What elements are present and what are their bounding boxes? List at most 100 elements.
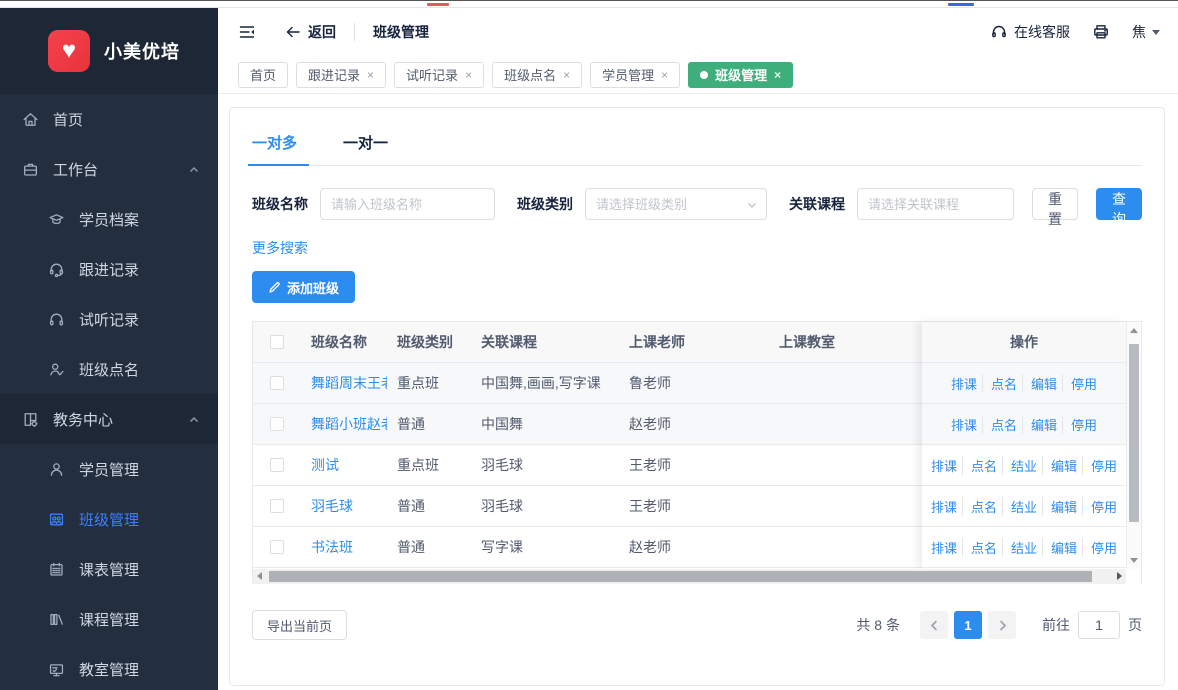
schedule-action[interactable]: 排课 <box>931 497 957 516</box>
close-icon[interactable]: × <box>367 69 374 81</box>
close-icon[interactable]: × <box>563 69 570 81</box>
edit-action[interactable]: 编辑 <box>1042 497 1077 516</box>
tab-follow-record[interactable]: 跟进记录× <box>296 62 386 88</box>
rollcall-action[interactable]: 点名 <box>962 538 997 557</box>
sidebar-item-follow-record[interactable]: 跟进记录 <box>0 244 218 294</box>
vertical-scrollbar[interactable] <box>1126 322 1141 569</box>
view-mode-tabs: 一对多 一对一 <box>252 132 1142 166</box>
graduate-action[interactable]: 结业 <box>1002 497 1037 516</box>
graduate-action[interactable]: 结业 <box>1002 538 1037 557</box>
class-name-link[interactable]: 舞蹈小班赵老 <box>301 414 387 434</box>
row-checkbox[interactable] <box>270 458 284 472</box>
sidebar-group-academic-center[interactable]: 教务中心 <box>0 394 218 444</box>
scroll-left-arrow-icon[interactable] <box>257 572 262 580</box>
horizontal-scrollbar[interactable] <box>253 569 1126 584</box>
disable-action[interactable]: 停用 <box>1082 497 1117 516</box>
table-footer: 导出当前页 共 8 条 1 前往 页 <box>252 610 1142 640</box>
add-class-button[interactable]: 添加班级 <box>252 271 355 303</box>
add-class-label: 添加班级 <box>287 278 339 297</box>
sidebar-item-label: 学员管理 <box>79 459 200 480</box>
tab-one-to-many[interactable]: 一对多 <box>252 132 297 165</box>
schedule-action[interactable]: 排课 <box>931 538 957 557</box>
collapse-menu-icon[interactable] <box>238 23 256 41</box>
row-checkbox[interactable] <box>270 417 284 431</box>
user-menu[interactable]: 焦 <box>1132 22 1160 42</box>
rollcall-action[interactable]: 点名 <box>962 456 997 475</box>
schedule-action[interactable]: 排课 <box>931 456 957 475</box>
select-all-checkbox[interactable] <box>270 335 284 349</box>
row-checkbox[interactable] <box>270 540 284 554</box>
sidebar-item-class-management[interactable]: 班级管理 <box>0 494 218 544</box>
rollcall-action[interactable]: 点名 <box>982 374 1017 393</box>
tab-student-management[interactable]: 学员管理× <box>590 62 680 88</box>
headset-icon <box>990 23 1008 41</box>
class-name-input[interactable] <box>320 188 495 220</box>
back-button[interactable]: 返回 <box>284 22 336 42</box>
next-page-button[interactable] <box>988 611 1016 639</box>
class-name-link[interactable]: 测试 <box>301 455 387 475</box>
scroll-down-arrow-icon[interactable] <box>1130 558 1138 563</box>
row-actions: 排课 点名 结业 编辑 停用 <box>922 485 1126 526</box>
class-type-cell: 重点班 <box>387 373 471 393</box>
export-current-page-button[interactable]: 导出当前页 <box>252 610 347 640</box>
sidebar-item-home[interactable]: 首页 <box>0 94 218 144</box>
search-filter-bar: 班级名称 班级类别 关联课程 重置 查询 <box>252 188 1142 220</box>
tab-class-management-active[interactable]: 班级管理× <box>688 62 793 88</box>
edit-action[interactable]: 编辑 <box>1042 456 1077 475</box>
row-checkbox[interactable] <box>270 376 284 390</box>
course-select[interactable] <box>857 188 1014 220</box>
sidebar-group-workbench[interactable]: 工作台 <box>0 144 218 194</box>
tab-class-rollcall[interactable]: 班级点名 × <box>492 62 582 88</box>
disable-action[interactable]: 停用 <box>1082 456 1117 475</box>
row-checkbox[interactable] <box>270 499 284 513</box>
schedule-action[interactable]: 排课 <box>951 374 977 393</box>
goto-page-input[interactable] <box>1078 611 1120 639</box>
sidebar-item-timetable-management[interactable]: 课表管理 <box>0 544 218 594</box>
scroll-right-arrow-icon[interactable] <box>1117 572 1122 580</box>
page-number-button[interactable]: 1 <box>954 611 982 639</box>
tab-audition-record[interactable]: 试听记录× <box>394 62 484 88</box>
close-icon[interactable]: × <box>465 69 472 81</box>
sidebar-item-audition-record[interactable]: 试听记录 <box>0 294 218 344</box>
rollcall-action[interactable]: 点名 <box>962 497 997 516</box>
online-service-button[interactable]: 在线客服 <box>990 22 1070 42</box>
back-label: 返回 <box>308 22 336 42</box>
close-icon[interactable]: × <box>774 69 781 81</box>
class-type-cell: 重点班 <box>387 455 471 475</box>
horizontal-scrollbar-thumb[interactable] <box>269 571 1092 582</box>
sidebar-item-student-archive[interactable]: 学员档案 <box>0 194 218 244</box>
sidebar-item-label: 教务中心 <box>53 409 188 430</box>
more-search-link[interactable]: 更多搜索 <box>252 238 308 258</box>
close-icon[interactable]: × <box>661 69 668 81</box>
rollcall-action[interactable]: 点名 <box>982 415 1017 434</box>
edit-action[interactable]: 编辑 <box>1022 374 1057 393</box>
class-name-link[interactable]: 舞蹈周末王老 <box>301 373 387 393</box>
disable-action[interactable]: 停用 <box>1062 374 1097 393</box>
prev-page-button[interactable] <box>920 611 948 639</box>
sidebar-item-course-management[interactable]: 课程管理 <box>0 594 218 644</box>
sidebar-item-classroom-management[interactable]: 教室管理 <box>0 644 218 690</box>
class-type-select[interactable] <box>585 188 767 220</box>
tab-one-to-one[interactable]: 一对一 <box>343 132 388 165</box>
edit-action[interactable]: 编辑 <box>1022 415 1057 434</box>
sidebar-item-student-management[interactable]: 学员管理 <box>0 444 218 494</box>
printer-icon[interactable] <box>1092 23 1110 41</box>
page-title: 班级管理 <box>373 22 429 42</box>
tab-label: 班级点名 <box>504 65 556 84</box>
vertical-scrollbar-thumb[interactable] <box>1129 344 1139 522</box>
sidebar-item-class-rollcall[interactable]: 班级点名 <box>0 344 218 394</box>
course-cell: 羽毛球 <box>471 496 619 516</box>
online-service-label: 在线客服 <box>1014 22 1070 42</box>
graduate-action[interactable]: 结业 <box>1002 456 1037 475</box>
search-button[interactable]: 查询 <box>1096 188 1142 220</box>
edit-action[interactable]: 编辑 <box>1042 538 1077 557</box>
class-name-link[interactable]: 羽毛球 <box>301 496 387 516</box>
class-name-link[interactable]: 书法班 <box>301 537 387 557</box>
tab-home[interactable]: 首页 <box>238 62 288 88</box>
schedule-action[interactable]: 排课 <box>951 415 977 434</box>
scroll-up-arrow-icon[interactable] <box>1130 328 1138 333</box>
reset-button[interactable]: 重置 <box>1032 188 1078 220</box>
sidebar-item-label: 教室管理 <box>79 659 200 680</box>
disable-action[interactable]: 停用 <box>1062 415 1097 434</box>
disable-action[interactable]: 停用 <box>1082 538 1117 557</box>
